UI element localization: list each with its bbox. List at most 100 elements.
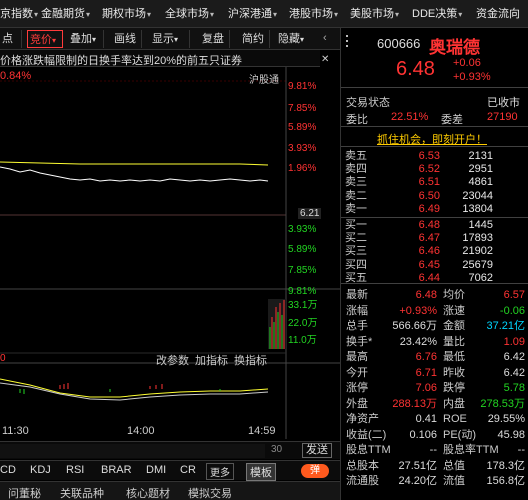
sell-volume: 2131 [468, 150, 493, 162]
change-params-button[interactable]: 改参数 [156, 352, 189, 368]
buy-level-label: 买五 [345, 271, 367, 284]
stat-label: 净资产 [346, 413, 379, 425]
intraday-chart[interactable]: 0.84% 沪股通 9.81% 7.85% 5.89% 3.93% 1.96% … [0, 67, 340, 439]
sell-order-row[interactable]: 卖三 6.51 4861 [345, 176, 525, 189]
sell-level-label: 卖二 [345, 189, 367, 202]
stat-value: 45.98 [497, 428, 525, 441]
ind-rsi[interactable]: RSI [66, 464, 84, 476]
stock-code: 600666 [377, 36, 421, 51]
avg-price-line [0, 161, 269, 166]
template-button[interactable]: 模板 [246, 463, 276, 481]
tool-simple[interactable]: 简约 [240, 30, 270, 48]
sell-price: 6.51 [418, 176, 440, 189]
buy-order-row[interactable]: 买二 6.47 17893 [345, 232, 525, 245]
indicator-tabs: CD KDJ RSI BRAR DMI CR 更多 模板 弹 [0, 460, 340, 481]
ratio-value: 22.51% [391, 111, 429, 123]
sell-order-row[interactable]: 卖二 6.50 23044 [345, 190, 525, 203]
sell-order-row[interactable]: 卖五 6.53 2131 [345, 150, 525, 163]
menu-dde[interactable]: DDE决策▾ [412, 6, 462, 22]
danmaku-toggle[interactable]: 弹 [301, 464, 329, 478]
tool-auction[interactable]: 竞价▾ [27, 30, 63, 48]
switch-indicator-button[interactable]: 换指标 [234, 352, 267, 368]
stats-row: 换手* 23.42% 量比 1.09 [345, 336, 525, 349]
menu-index[interactable]: 京指数▾ [0, 6, 38, 22]
status-value: 已收市 [487, 97, 520, 109]
sell-volume: 23044 [462, 189, 493, 202]
tool-draw-line[interactable]: 画线 [112, 30, 142, 48]
sell-order-row[interactable]: 卖四 6.52 2951 [345, 163, 525, 176]
buy-order-row[interactable]: 买五 6.44 7062 [345, 272, 525, 285]
menu-icon[interactable] [343, 34, 351, 48]
stat-value: 278.53万 [480, 397, 525, 410]
tab-core-theme[interactable]: 核心题材 [126, 485, 170, 500]
close-icon[interactable]: ✕ [321, 54, 329, 65]
stat-value: 6.48 [415, 289, 437, 301]
ind-macd[interactable]: CD [0, 464, 16, 476]
menu-options-market[interactable]: 期权市场▾ [102, 6, 151, 22]
stat-value: 156.8亿 [486, 475, 525, 487]
ind-dmi[interactable]: DMI [146, 464, 166, 476]
chevron-down-icon: ▾ [273, 10, 278, 19]
time-label-3: 14:59 [248, 425, 276, 437]
stat-value: 6.42 [503, 351, 525, 363]
menu-connect[interactable]: 沪深港通▾ [228, 6, 277, 22]
buy-order-row[interactable]: 买一 6.48 1445 [345, 219, 525, 232]
menu-financial-futures[interactable]: 金融期货▾ [41, 6, 90, 22]
sell-order-row[interactable]: 卖一 6.49 13804 [345, 203, 525, 216]
buy-order-row[interactable]: 买三 6.46 21902 [345, 245, 525, 258]
stat-label: 最低 [443, 351, 465, 363]
buy-volume: 17893 [462, 232, 493, 245]
stats-row: 涨停 7.06 跌停 5.78 [345, 382, 525, 395]
stat-label: 最高 [346, 351, 368, 363]
buy-order-row[interactable]: 买四 6.45 25679 [345, 259, 525, 272]
send-button[interactable]: 发送 [302, 443, 332, 458]
add-indicator-button[interactable]: 加指标 [195, 352, 228, 368]
more-button[interactable]: 更多 [206, 463, 234, 480]
tool-hide[interactable]: 隐藏▾ [276, 30, 318, 48]
menu-us-market[interactable]: 美股市场▾ [350, 6, 399, 22]
chevron-down-icon: ▾ [174, 35, 179, 44]
stats-row: 最新 6.48 均价 6.57 [345, 289, 525, 302]
tool-display[interactable]: 显示▾ [150, 30, 190, 48]
chevron-down-icon: ▾ [334, 10, 339, 19]
menu-hk-market[interactable]: 港股市场▾ [289, 6, 338, 22]
tool-overlay[interactable]: 叠加▾ [68, 30, 104, 48]
open-account-ad[interactable]: 抓住机会，即刻开户！ [377, 131, 487, 147]
tab-ask-secretary[interactable]: 问董秘 [8, 485, 41, 500]
tab-sim-trade[interactable]: 模拟交易 [188, 485, 232, 500]
tool-replay[interactable]: 复盘 [200, 30, 230, 48]
menu-capital-flow[interactable]: 资金流向 [476, 6, 520, 22]
stats-row: 总手 566.66万 金额 37.21亿 [345, 320, 525, 333]
chevron-down-icon: ▾ [34, 10, 39, 19]
ind-cr[interactable]: CR [180, 464, 196, 476]
comment-input[interactable] [0, 444, 265, 458]
ind-brar[interactable]: BRAR [101, 464, 132, 476]
last-price: 6.48 [396, 58, 435, 80]
buy-level-label: 买一 [345, 219, 367, 231]
tool-point[interactable]: 点 [0, 30, 22, 48]
bottom-tabs: 问董秘 关联品种 核心题材 模拟交易 [0, 481, 340, 500]
status-label: 交易状态 [346, 97, 390, 109]
price-change-pct: +0.93% [453, 71, 491, 83]
stats-row: 流通股 24.20亿 流值 156.8亿 [345, 475, 525, 488]
chevron-down-icon: ▾ [86, 10, 91, 19]
scale-up-3: 5.89% [288, 122, 317, 133]
stat-value: 0.106 [409, 428, 437, 441]
chevron-down-icon: ▾ [52, 36, 57, 45]
buy-volume: 25679 [462, 258, 493, 271]
stat-label: 涨停 [346, 382, 368, 394]
scale-down-2: 5.89% [288, 244, 317, 255]
tab-related[interactable]: 关联品种 [60, 485, 104, 500]
menu-global-market[interactable]: 全球市场▾ [165, 6, 214, 22]
stat-value: 24.20亿 [398, 475, 437, 487]
volume-label-1: 33.1万 [288, 300, 318, 311]
buy-price: 6.45 [418, 258, 440, 271]
buy-level-label: 买四 [345, 258, 367, 271]
stat-label: 均价 [443, 289, 465, 301]
sell-price: 6.53 [418, 150, 440, 162]
sell-volume: 13804 [462, 202, 493, 215]
stat-value: 6.42 [503, 366, 525, 379]
stat-label: 今开 [346, 366, 368, 379]
chevron-left-icon[interactable]: ‹ [323, 32, 327, 44]
ind-kdj[interactable]: KDJ [30, 464, 51, 476]
